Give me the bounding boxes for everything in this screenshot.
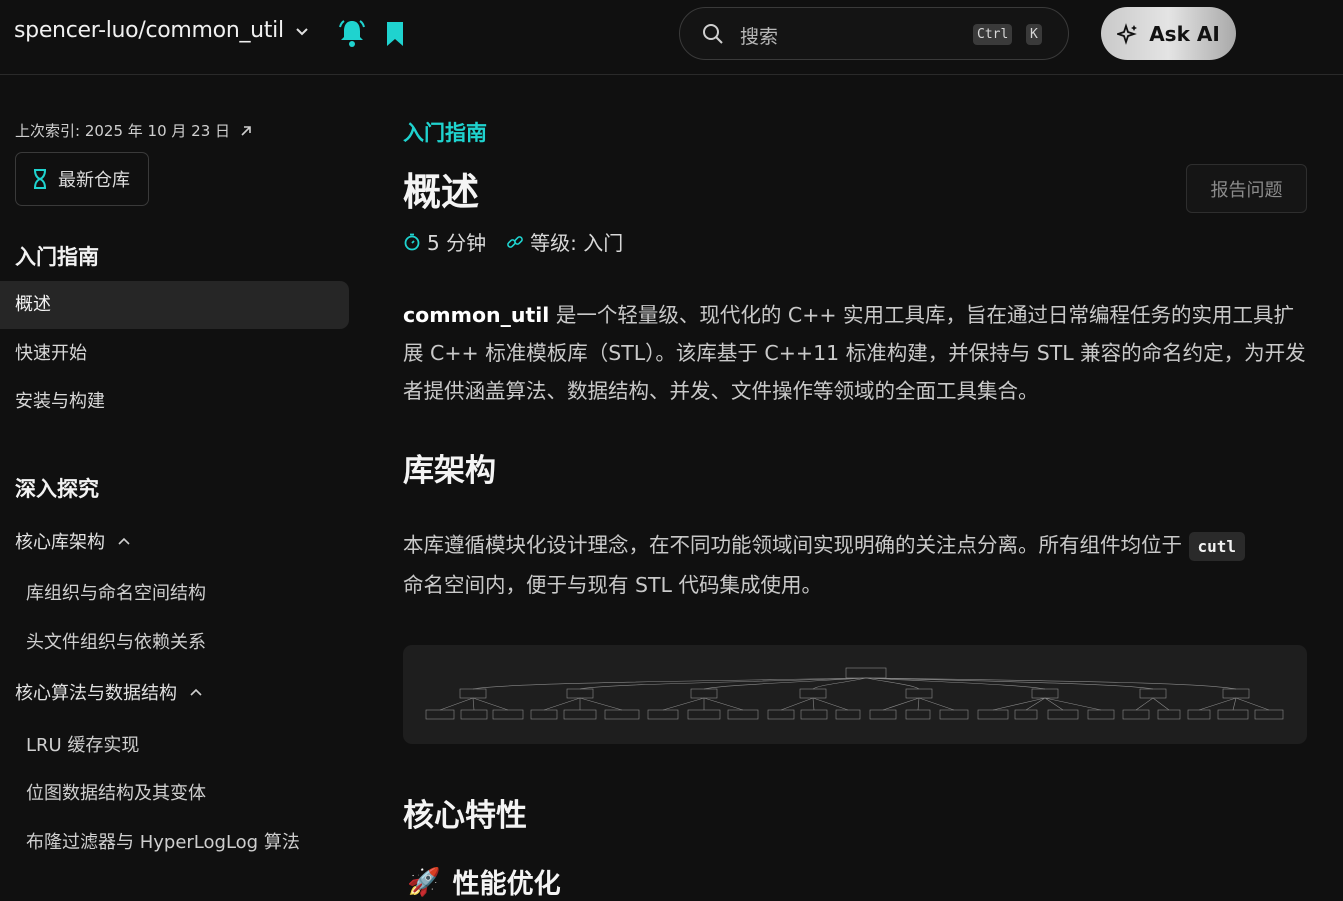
rocket-icon: 🚀 — [407, 866, 441, 898]
last-indexed[interactable]: 上次索引: 2025 年 10 月 23 日 — [15, 120, 252, 141]
heading-performance-text: 性能优化 — [452, 869, 561, 900]
repo-name: spencer-luo/common_util — [14, 18, 284, 43]
sidebar: 上次索引: 2025 年 10 月 23 日 最新仓库 入门指南 概述 快速开始… — [0, 75, 360, 899]
nav-item-lib-organization[interactable]: 库组织与命名空间结构 — [26, 579, 206, 605]
heading-core-features: 核心特性 — [403, 798, 527, 834]
ask-ai-button[interactable]: Ask AI — [1101, 7, 1236, 60]
search-icon — [703, 24, 723, 44]
nav-group-algorithms-label: 核心算法与数据结构 — [15, 683, 177, 704]
section-getting-started: 入门指南 — [15, 245, 99, 269]
nav-item-overview[interactable]: 概述 — [0, 281, 349, 329]
hourglass-icon — [34, 169, 46, 189]
nav-item-header-organization[interactable]: 头文件组织与依赖关系 — [26, 628, 206, 654]
read-time: 5 分钟 — [403, 227, 486, 256]
difficulty-level: 等级: 入门 — [506, 227, 623, 256]
namespace-code: cutl — [1188, 532, 1246, 561]
page-meta: 5 分钟 等级: 入门 — [403, 227, 623, 256]
section-deep-dive: 深入探究 — [15, 477, 99, 501]
ask-ai-label: Ask AI — [1149, 21, 1220, 46]
kbd-ctrl: Ctrl — [973, 24, 1013, 45]
nav-group-core-arch-label: 核心库架构 — [15, 532, 105, 553]
architecture-paragraph: 本库遵循模块化设计理念，在不同功能领域间实现明确的关注点分离。所有组件均位于 c… — [403, 526, 1308, 604]
nav-group-core-arch[interactable]: 核心库架构 — [15, 528, 131, 554]
chevron-up-icon — [118, 537, 130, 545]
architecture-diagram-graph — [425, 667, 1284, 720]
search-box[interactable]: 搜索 Ctrl K — [679, 7, 1069, 60]
chevron-down-icon — [296, 27, 308, 35]
timer-icon — [404, 233, 420, 250]
repo-selector[interactable]: spencer-luo/common_util — [14, 18, 310, 43]
last-indexed-text: 上次索引: 2025 年 10 月 23 日 — [15, 122, 231, 140]
nav-item-install-build[interactable]: 安装与构建 — [0, 378, 349, 426]
read-time-text: 5 分钟 — [427, 231, 487, 255]
arch-text-after: 命名空间内，便于与现有 STL 代码集成使用。 — [403, 573, 822, 597]
difficulty-text: 等级: 入门 — [530, 231, 624, 255]
latest-repo-button[interactable]: 最新仓库 — [15, 152, 149, 206]
arrow-up-right-icon — [241, 125, 251, 136]
intro-library-name: common_util — [403, 303, 550, 327]
architecture-diagram[interactable] — [403, 645, 1307, 744]
nav-item-bloom-filter[interactable]: 布隆过滤器与 HyperLogLog 算法 — [26, 828, 300, 854]
intro-paragraph: common_util 是一个轻量级、现代化的 C++ 实用工具库，旨在通过日常… — [403, 296, 1308, 410]
breadcrumb[interactable]: 入门指南 — [403, 117, 487, 147]
chevron-up-icon — [190, 688, 202, 696]
bookmark-icon[interactable] — [384, 20, 406, 48]
heading-performance: 🚀 性能优化 — [407, 862, 561, 901]
link-icon — [507, 235, 523, 248]
latest-repo-label: 最新仓库 — [58, 170, 130, 191]
arch-text-before: 本库遵循模块化设计理念，在不同功能领域间实现明确的关注点分离。所有组件均位于 — [403, 533, 1182, 557]
nav-group-algorithms[interactable]: 核心算法与数据结构 — [15, 679, 203, 705]
page-title: 概述 — [403, 170, 480, 214]
nav-item-bitmap[interactable]: 位图数据结构及其变体 — [26, 779, 206, 805]
report-issue-button[interactable]: 报告问题 — [1186, 164, 1307, 213]
heading-architecture: 库架构 — [403, 453, 496, 489]
sparkle-icon — [1117, 22, 1138, 45]
search-placeholder: 搜索 — [740, 26, 779, 48]
top-bar: spencer-luo/common_util 搜索 Ctrl K Ask AI — [0, 0, 1343, 75]
bell-icon[interactable] — [338, 18, 366, 48]
nav-item-quick-start[interactable]: 快速开始 — [0, 330, 349, 378]
nav-item-lru-cache[interactable]: LRU 缓存实现 — [26, 731, 139, 757]
kbd-k: K — [1026, 24, 1042, 45]
